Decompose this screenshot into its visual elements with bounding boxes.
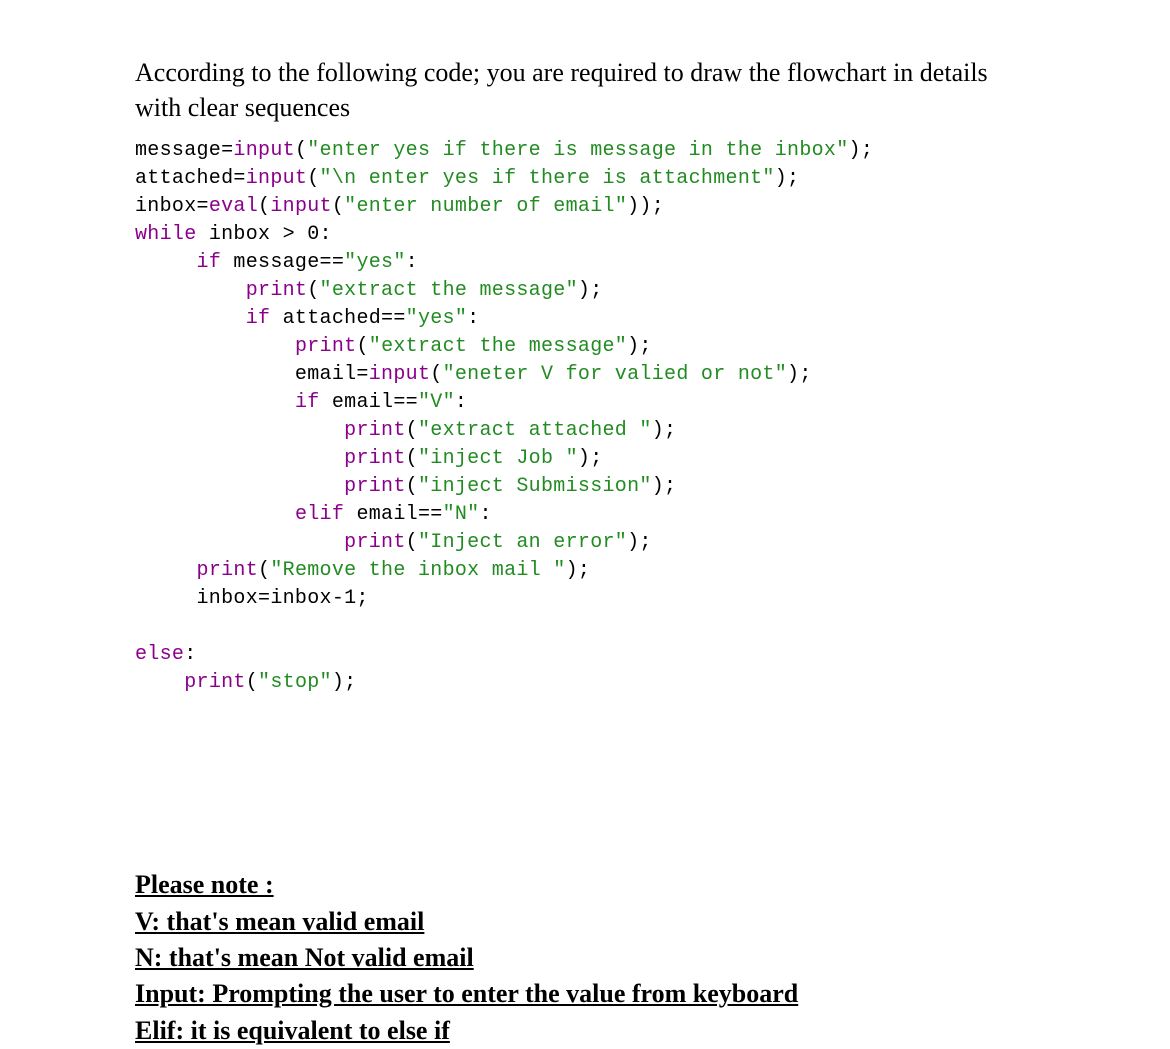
code-token: (	[406, 475, 418, 498]
code-token	[135, 307, 246, 330]
code-token: (	[295, 139, 307, 162]
code-token: :	[467, 307, 479, 330]
code-token: "inject Submission"	[418, 475, 652, 498]
code-token	[135, 391, 295, 414]
code-token: (	[332, 195, 344, 218]
code-token: "V"	[418, 391, 455, 414]
code-token: email=	[135, 363, 369, 386]
code-token: :	[406, 251, 418, 274]
code-token: );	[775, 167, 800, 190]
code-token: (	[258, 195, 270, 218]
code-token: :	[184, 643, 196, 666]
code-token: "\n enter yes if there is attachment"	[320, 167, 775, 190]
notes-line: Elif: it is equivalent to else if	[135, 1013, 1035, 1049]
code-token: (	[246, 671, 258, 694]
code-token: "extract the message"	[369, 335, 627, 358]
code-token	[135, 531, 344, 554]
code-token: "enter number of email"	[344, 195, 627, 218]
code-token: print	[184, 671, 246, 694]
code-block: message=input("enter yes if there is mes…	[135, 137, 1035, 697]
code-token: input	[246, 167, 308, 190]
code-token: input	[270, 195, 332, 218]
code-token: );	[652, 419, 677, 442]
code-token: "Inject an error"	[418, 531, 627, 554]
notes-line: N: that's mean Not valid email	[135, 940, 1035, 976]
code-token: );	[578, 279, 603, 302]
code-token: );	[849, 139, 874, 162]
code-token	[135, 419, 344, 442]
code-token: (	[356, 335, 368, 358]
code-token: print	[197, 559, 259, 582]
code-token: );	[627, 531, 652, 554]
code-token: message==	[221, 251, 344, 274]
code-token: );	[578, 447, 603, 470]
code-token: "eneter V for valied or not"	[443, 363, 787, 386]
code-token	[135, 475, 344, 498]
code-token: );	[627, 335, 652, 358]
code-token: ));	[627, 195, 664, 218]
code-token: attached=	[135, 167, 246, 190]
code-token: (	[258, 559, 270, 582]
code-token: (	[307, 279, 319, 302]
code-token: );	[652, 475, 677, 498]
code-token: email==	[344, 503, 442, 526]
code-token: input	[369, 363, 431, 386]
question-prompt: According to the following code; you are…	[135, 55, 1035, 125]
code-token: (	[430, 363, 442, 386]
code-token: (	[307, 167, 319, 190]
code-token: print	[344, 447, 406, 470]
code-token: message=	[135, 139, 233, 162]
code-token	[135, 335, 295, 358]
code-token: "yes"	[344, 251, 406, 274]
code-token: "Remove the inbox mail "	[270, 559, 565, 582]
code-token: print	[295, 335, 357, 358]
code-token: while	[135, 223, 197, 246]
notes-section: Please note : V: that's mean valid email…	[135, 867, 1035, 1049]
code-token	[135, 671, 184, 694]
code-token: elif	[295, 503, 344, 526]
code-token: "enter yes if there is message in the in…	[307, 139, 848, 162]
code-token: );	[566, 559, 591, 582]
code-token	[135, 447, 344, 470]
code-token: );	[332, 671, 357, 694]
code-token	[135, 251, 197, 274]
code-token: "inject Job "	[418, 447, 578, 470]
code-token: email==	[320, 391, 418, 414]
notes-heading: Please note :	[135, 867, 1035, 903]
code-token	[135, 279, 246, 302]
code-token: (	[406, 447, 418, 470]
code-token: print	[344, 475, 406, 498]
code-token: print	[344, 531, 406, 554]
code-token: inbox > 0:	[197, 223, 332, 246]
code-token: (	[406, 419, 418, 442]
code-token: print	[246, 279, 308, 302]
code-token: :	[455, 391, 467, 414]
code-token: if	[295, 391, 320, 414]
code-token: print	[344, 419, 406, 442]
code-token: "yes"	[406, 307, 468, 330]
code-token: eval	[209, 195, 258, 218]
code-token: "extract the message"	[320, 279, 578, 302]
code-token: (	[406, 531, 418, 554]
code-token	[135, 503, 295, 526]
code-token: inbox=	[135, 195, 209, 218]
code-token: );	[787, 363, 812, 386]
notes-line: Input: Prompting the user to enter the v…	[135, 976, 1035, 1012]
code-token: if	[246, 307, 271, 330]
code-token: :	[479, 503, 491, 526]
code-token: if	[197, 251, 222, 274]
code-token: "extract attached "	[418, 419, 652, 442]
code-token: "stop"	[258, 671, 332, 694]
code-token: attached==	[270, 307, 405, 330]
code-token: else	[135, 643, 184, 666]
code-token: "N"	[443, 503, 480, 526]
code-token	[135, 559, 197, 582]
notes-line: V: that's mean valid email	[135, 904, 1035, 940]
code-token: inbox=inbox-1;	[135, 587, 369, 610]
code-token: input	[233, 139, 295, 162]
